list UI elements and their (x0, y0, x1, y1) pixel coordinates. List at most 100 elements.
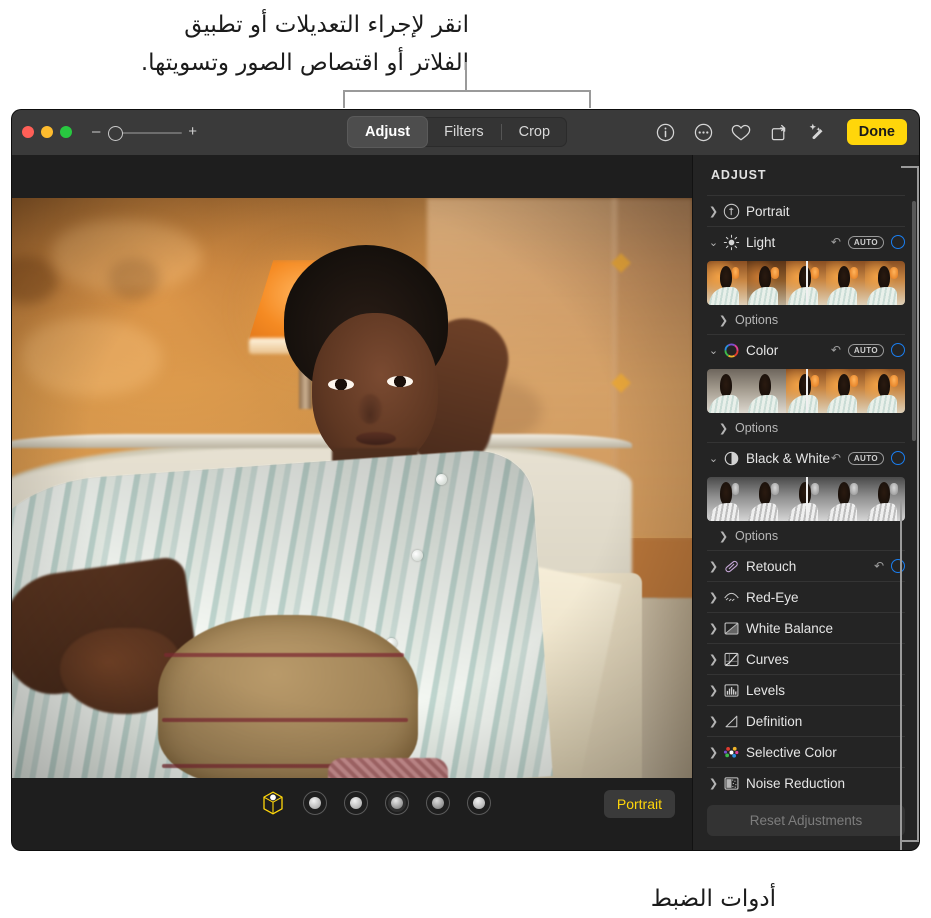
portrait-f-icon (722, 202, 740, 220)
chevron-right-icon[interactable]: ❯ (707, 684, 720, 697)
sidebar-item-curves[interactable]: ❯ Curves (707, 643, 905, 674)
tab-adjust[interactable]: Adjust (348, 117, 427, 147)
chevron-right-icon[interactable]: ❯ (707, 622, 720, 635)
sidebar-item-label: Levels (746, 683, 905, 698)
sidebar-item-levels[interactable]: ❯ Levels (707, 674, 905, 705)
sidebar-item-retouch[interactable]: ❯ Retouch ↶ (707, 550, 905, 581)
minimize-window-button[interactable] (41, 126, 53, 138)
lighting-option-natural-light-cube[interactable] (260, 790, 286, 816)
sidebar-item-selective-color[interactable]: ❯ Selective Color (707, 736, 905, 767)
options-label: Options (735, 421, 778, 435)
light-sun-icon (722, 233, 740, 251)
enable-toggle-knob[interactable] (891, 235, 905, 249)
undo-icon[interactable]: ↶ (831, 343, 841, 357)
red-eye-icon (722, 588, 740, 606)
edit-mode-segmented-control[interactable]: Adjust Filters Crop (348, 117, 567, 147)
chevron-right-icon[interactable]: ❯ (717, 530, 730, 543)
sidebar-item-label: Curves (746, 652, 905, 667)
retouch-bandage-icon (722, 557, 740, 575)
undo-icon[interactable]: ↶ (831, 235, 841, 249)
reset-adjustments-container: Reset Adjustments (707, 805, 905, 836)
rotate-icon[interactable] (769, 122, 790, 143)
sidebar-scrollbar[interactable] (912, 201, 916, 441)
chevron-right-icon[interactable]: ❯ (717, 314, 730, 327)
lighting-option-stage-light[interactable] (385, 791, 409, 815)
chevron-right-icon[interactable]: ❯ (707, 715, 720, 728)
sidebar-item-color[interactable]: ⌄ Color ↶ AUTO (707, 334, 905, 365)
portrait-badge[interactable]: Portrait (604, 790, 675, 818)
zoom-in-label[interactable]: + (188, 124, 197, 140)
auto-button[interactable]: AUTO (848, 452, 884, 465)
maximize-window-button[interactable] (60, 126, 72, 138)
undo-icon[interactable]: ↶ (874, 559, 884, 573)
auto-enhance-icon[interactable] (807, 122, 828, 143)
done-button[interactable]: Done (847, 119, 907, 145)
lighting-option-studio-light[interactable] (303, 791, 327, 815)
zoom-slider-knob[interactable] (108, 126, 123, 141)
enable-toggle-knob[interactable] (891, 343, 905, 357)
sidebar-item-red-eye[interactable]: ❯ Red-Eye (707, 581, 905, 612)
zoom-slider[interactable]: – + (92, 124, 197, 141)
portrait-lighting-options[interactable] (260, 790, 491, 816)
enable-toggle-knob[interactable] (891, 559, 905, 573)
reset-adjustments-button[interactable]: Reset Adjustments (707, 805, 905, 836)
sidebar-item-definition[interactable]: ❯ Definition (707, 705, 905, 736)
auto-button[interactable]: AUTO (848, 344, 884, 357)
sidebar-item-label: Light (746, 235, 831, 250)
curves-icon (722, 650, 740, 668)
light-options-row[interactable]: ❯ Options (707, 310, 905, 330)
sidebar-item-black-and-white[interactable]: ⌄ Black & White ↶ AUTO (707, 442, 905, 473)
sidebar-item-label: Red-Eye (746, 590, 905, 605)
callout-bottom-text: أدوات الضبط (651, 880, 776, 918)
chevron-right-icon[interactable]: ❯ (707, 746, 720, 759)
definition-icon (722, 712, 740, 730)
undo-icon[interactable]: ↶ (831, 451, 841, 465)
favorite-heart-icon[interactable] (731, 122, 752, 143)
chevron-down-icon[interactable]: ⌄ (707, 452, 720, 465)
chevron-right-icon[interactable]: ❯ (707, 777, 720, 790)
callout-top-text: انقر لإجراء التعديلات أو تطبيق الفلاتر أ… (49, 6, 469, 82)
portrait-lighting-bar: Portrait (12, 778, 693, 850)
tab-crop[interactable]: Crop (502, 117, 567, 147)
chevron-down-icon[interactable]: ⌄ (707, 344, 720, 357)
auto-button[interactable]: AUTO (848, 236, 884, 249)
black-and-white-options-row[interactable]: ❯ Options (707, 526, 905, 546)
more-options-icon[interactable] (693, 122, 714, 143)
zoom-out-label[interactable]: – (92, 124, 100, 140)
sidebar-title: ADJUST (693, 155, 919, 190)
chevron-right-icon[interactable]: ❯ (707, 653, 720, 666)
tab-filters[interactable]: Filters (427, 117, 500, 147)
edited-photo (12, 198, 693, 778)
lighting-option-high-key-light-mono[interactable] (467, 791, 491, 815)
sidebar-scroll-area[interactable]: ❯ Portrait ⌄ Light ↶ AUTO (693, 195, 919, 792)
lighting-option-contour-light[interactable] (344, 791, 368, 815)
sidebar-item-label: Definition (746, 714, 905, 729)
black-and-white-thumbnail-strip[interactable] (707, 477, 905, 521)
options-label: Options (735, 529, 778, 543)
color-thumbnail-strip[interactable] (707, 369, 905, 413)
sidebar-item-portrait[interactable]: ❯ Portrait (707, 195, 905, 226)
chevron-right-icon[interactable]: ❯ (707, 205, 720, 218)
chevron-right-icon[interactable]: ❯ (717, 422, 730, 435)
photo-canvas[interactable]: Portrait (12, 155, 693, 850)
chevron-down-icon[interactable]: ⌄ (707, 236, 720, 249)
adjust-sidebar: ADJUST ❯ Portrait ⌄ Light ↶ AUTO (692, 155, 919, 850)
options-label: Options (735, 313, 778, 327)
light-thumbnail-strip[interactable] (707, 261, 905, 305)
sidebar-item-label: Noise Reduction (746, 776, 905, 791)
sidebar-item-white-balance[interactable]: ❯ White Balance (707, 612, 905, 643)
close-window-button[interactable] (22, 126, 34, 138)
color-options-row[interactable]: ❯ Options (707, 418, 905, 438)
sidebar-item-label: Selective Color (746, 745, 905, 760)
window-toolbar: – + Adjust Filters Crop (12, 110, 919, 156)
sidebar-item-noise-reduction[interactable]: ❯ Noise Reduction (707, 767, 905, 792)
enable-toggle-knob[interactable] (891, 451, 905, 465)
sidebar-item-label: Portrait (746, 204, 905, 219)
info-icon[interactable] (655, 122, 676, 143)
toolbar-icon-group: Done (655, 117, 907, 147)
sidebar-item-light[interactable]: ⌄ Light ↶ AUTO (707, 226, 905, 257)
lighting-option-stage-light-mono[interactable] (426, 791, 450, 815)
chevron-right-icon[interactable]: ❯ (707, 591, 720, 604)
contrast-circle-icon (722, 449, 740, 467)
chevron-right-icon[interactable]: ❯ (707, 560, 720, 573)
